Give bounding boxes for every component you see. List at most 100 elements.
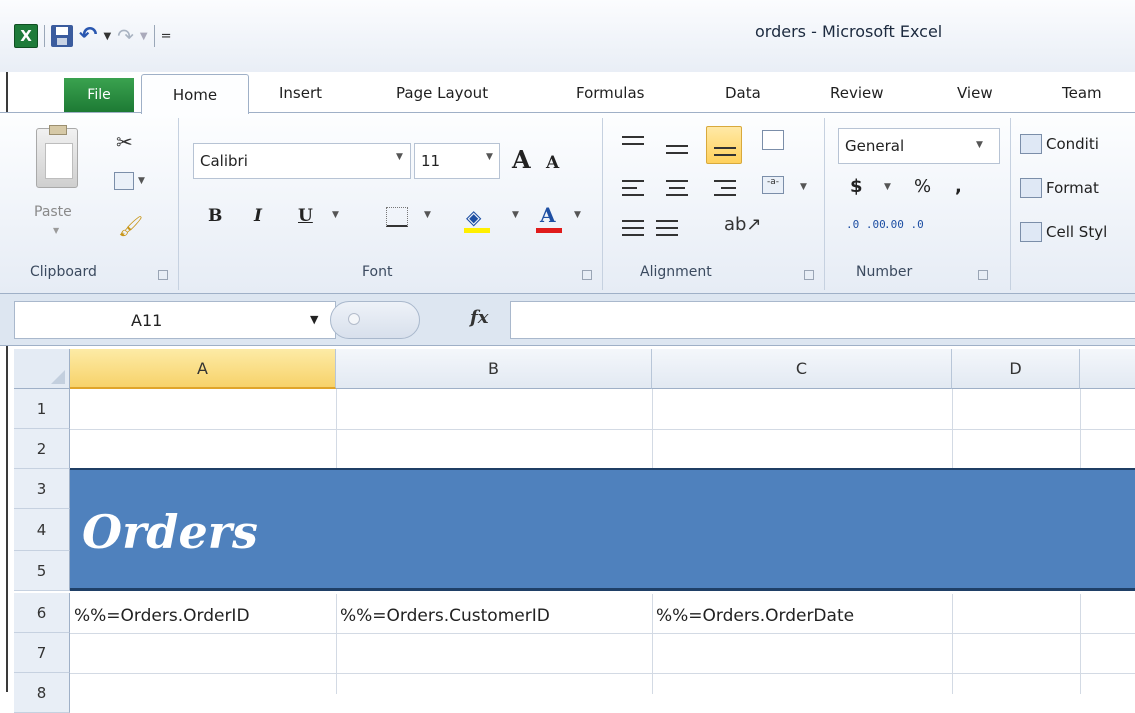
- undo-icon[interactable]: ↶: [79, 25, 97, 47]
- row-header-1[interactable]: 1: [14, 389, 70, 429]
- conditional-formatting-label: Conditi: [1046, 135, 1099, 153]
- column-header-a[interactable]: A: [70, 349, 336, 389]
- fill-color-icon[interactable]: ◈: [466, 205, 481, 229]
- font-name-combobox[interactable]: Calibri: [193, 143, 411, 179]
- column-header-e[interactable]: [1080, 349, 1135, 389]
- currency-button[interactable]: $: [850, 176, 863, 197]
- copy-dropdown-icon[interactable]: ▼: [138, 176, 145, 186]
- tab-view[interactable]: View: [957, 84, 993, 102]
- quick-access-toolbar: X ↶ ▼ ↷ ▼ =: [14, 22, 172, 50]
- increase-indent-icon[interactable]: [656, 220, 678, 236]
- cell-styles-button[interactable]: Cell Styl: [1020, 222, 1107, 242]
- tab-team[interactable]: Team: [1062, 84, 1102, 102]
- merge-center-icon[interactable]: -a-: [762, 176, 784, 194]
- align-top-icon[interactable]: [622, 136, 644, 152]
- window-title: orders - Microsoft Excel: [755, 22, 943, 41]
- column-header-b[interactable]: B: [336, 349, 652, 389]
- comma-style-button[interactable]: ,: [955, 176, 962, 197]
- borders-dropdown-icon[interactable]: ▼: [424, 210, 431, 220]
- excel-logo-icon[interactable]: X: [14, 24, 38, 48]
- paste-icon[interactable]: [36, 125, 78, 188]
- orientation-icon[interactable]: ab↗: [724, 214, 762, 235]
- fill-color-swatch: [464, 228, 490, 233]
- group-separator-4: [1010, 118, 1011, 290]
- fill-color-dropdown-icon[interactable]: ▼: [512, 210, 519, 220]
- font-color-swatch: [536, 228, 562, 233]
- percent-button[interactable]: %: [914, 176, 931, 197]
- cell-c6[interactable]: %%=Orders.OrderDate: [652, 598, 952, 634]
- number-format-dropdown-icon[interactable]: ▼: [976, 140, 983, 150]
- font-color-button[interactable]: A: [540, 203, 556, 227]
- cell-b6[interactable]: %%=Orders.CustomerID: [336, 598, 652, 634]
- font-launcher-icon[interactable]: [582, 270, 592, 280]
- row-header-5[interactable]: 5: [14, 551, 70, 591]
- row-header-2[interactable]: 2: [14, 429, 70, 469]
- currency-dropdown-icon[interactable]: ▼: [884, 182, 891, 192]
- group-separator-3: [824, 118, 825, 290]
- tab-data[interactable]: Data: [725, 84, 761, 102]
- format-as-table-button[interactable]: Format: [1020, 178, 1099, 198]
- clipboard-group-label: Clipboard: [30, 264, 97, 280]
- cell-a6[interactable]: %%=Orders.OrderID: [70, 598, 336, 634]
- align-right-icon[interactable]: [714, 180, 736, 196]
- row-header-7[interactable]: 7: [14, 633, 70, 673]
- font-name-dropdown-icon[interactable]: ▼: [396, 152, 403, 162]
- gridline: [1080, 594, 1081, 694]
- paste-button[interactable]: Paste: [34, 204, 72, 220]
- align-middle-icon[interactable]: [666, 138, 688, 154]
- align-center-icon[interactable]: [666, 180, 688, 196]
- shrink-font-button[interactable]: A: [546, 153, 559, 173]
- row-header-4[interactable]: 4: [14, 509, 70, 551]
- tab-page-layout[interactable]: Page Layout: [396, 84, 488, 102]
- redo-icon[interactable]: ↷: [117, 26, 134, 46]
- customize-qat-icon[interactable]: =: [161, 29, 172, 44]
- redo-dropdown-icon[interactable]: ▼: [140, 31, 148, 42]
- formula-input[interactable]: [510, 301, 1135, 339]
- format-painter-icon[interactable]: 🖌: [118, 214, 143, 238]
- format-as-table-icon: [1020, 178, 1042, 198]
- font-color-dropdown-icon[interactable]: ▼: [574, 210, 581, 220]
- bold-button[interactable]: B: [208, 206, 222, 226]
- gridline: [952, 389, 953, 469]
- name-box-dropdown-icon[interactable]: ▼: [310, 313, 318, 326]
- cancel-entry-icon[interactable]: [348, 313, 360, 325]
- underline-dropdown-icon[interactable]: ▼: [332, 210, 339, 220]
- name-box[interactable]: A11: [14, 301, 336, 339]
- qat-separator: [44, 25, 45, 47]
- conditional-formatting-button[interactable]: Conditi: [1020, 134, 1099, 154]
- tab-formulas[interactable]: Formulas: [576, 84, 644, 102]
- clipboard-launcher-icon[interactable]: [158, 270, 168, 280]
- cut-icon[interactable]: ✂: [116, 130, 133, 154]
- save-icon[interactable]: [51, 25, 73, 47]
- select-all-button[interactable]: [14, 349, 70, 389]
- underline-button[interactable]: U: [298, 206, 313, 226]
- decrease-indent-icon[interactable]: [622, 220, 644, 236]
- row-header-6[interactable]: 6: [14, 593, 70, 633]
- italic-button[interactable]: I: [254, 206, 262, 226]
- alignment-launcher-icon[interactable]: [804, 270, 814, 280]
- row-header-3[interactable]: 3: [14, 469, 70, 509]
- wrap-text-icon[interactable]: [762, 130, 784, 150]
- borders-icon[interactable]: [386, 207, 408, 227]
- font-size-dropdown-icon[interactable]: ▼: [486, 152, 493, 162]
- increase-decimal-button[interactable]: .0 .00: [846, 219, 886, 230]
- gridline: [70, 673, 1135, 674]
- copy-icon[interactable]: [114, 172, 134, 190]
- align-left-icon[interactable]: [622, 180, 644, 196]
- number-launcher-icon[interactable]: [978, 270, 988, 280]
- tab-review[interactable]: Review: [830, 84, 884, 102]
- row-header-8[interactable]: 8: [14, 673, 70, 713]
- alignment-group-label: Alignment: [640, 264, 712, 280]
- column-header-c[interactable]: C: [652, 349, 952, 389]
- tab-home[interactable]: Home: [141, 74, 249, 114]
- column-header-d[interactable]: D: [952, 349, 1080, 389]
- paste-dropdown-icon[interactable]: ▼: [53, 226, 59, 235]
- merge-dropdown-icon[interactable]: ▼: [800, 182, 807, 192]
- tab-insert[interactable]: Insert: [279, 84, 322, 102]
- tab-file[interactable]: File: [64, 78, 134, 112]
- insert-function-button[interactable]: fx: [470, 307, 488, 328]
- gridline: [336, 389, 337, 469]
- undo-dropdown-icon[interactable]: ▼: [103, 31, 111, 42]
- decrease-decimal-button[interactable]: .00 .0: [884, 219, 924, 230]
- grow-font-button[interactable]: A: [512, 145, 531, 174]
